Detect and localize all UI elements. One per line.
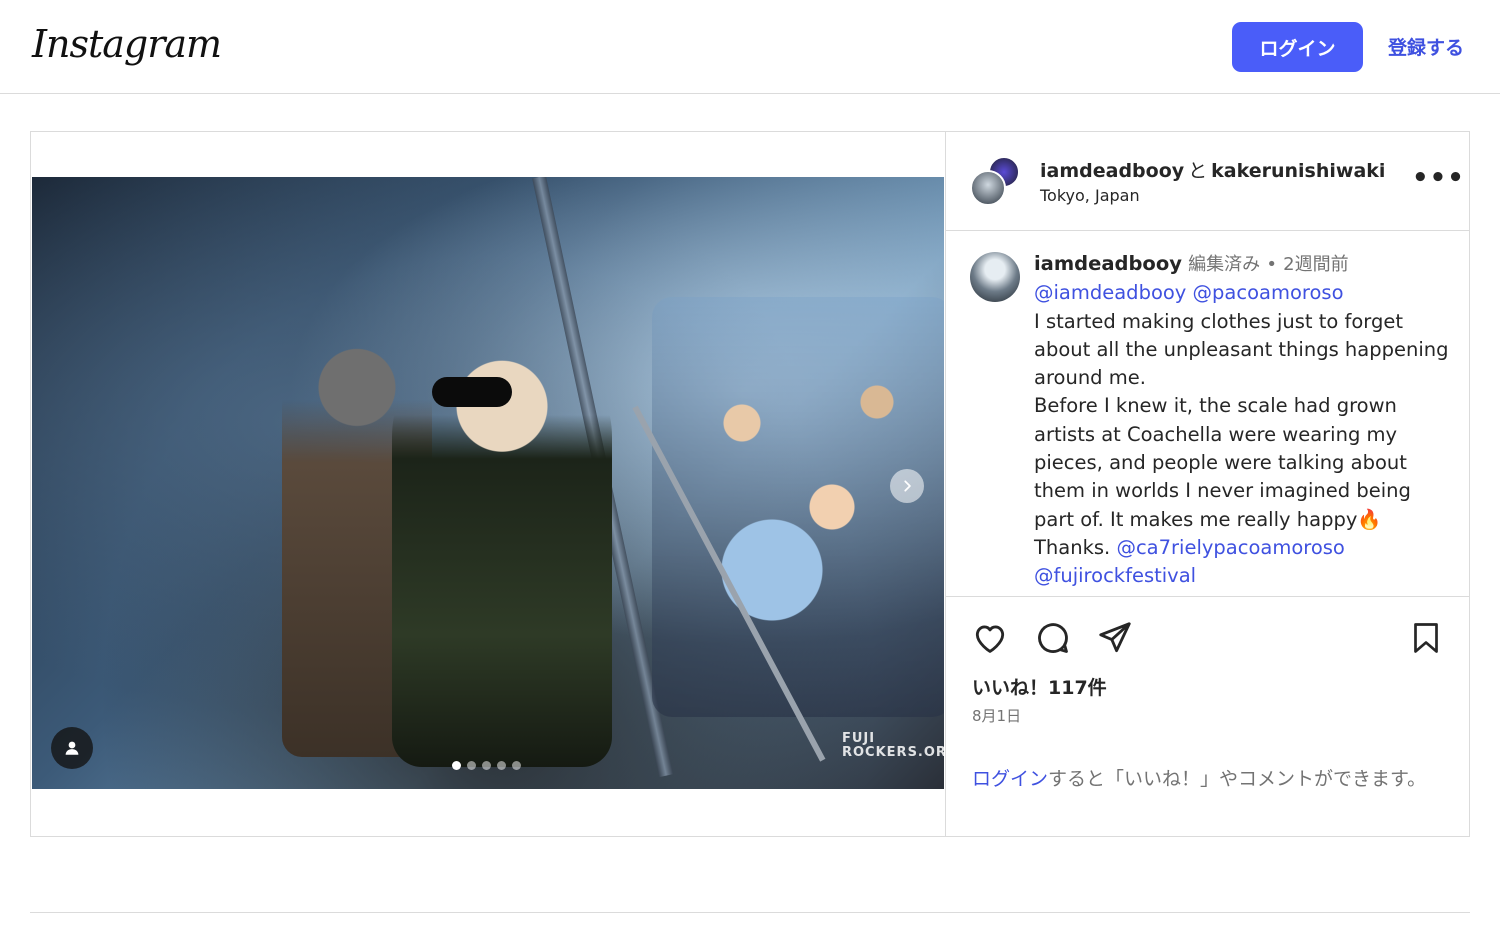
carousel-dot — [452, 761, 461, 770]
caption-thanks: Thanks. @ca7rielypacoamoroso — [1034, 534, 1454, 562]
post-photo[interactable]: FUJI ROCKERS.ORG — [32, 177, 944, 789]
caption-mentions: @iamdeadbooy @pacoamoroso — [1034, 279, 1454, 307]
post-media: FUJI ROCKERS.ORG — [31, 132, 945, 836]
bookmark-icon[interactable] — [1408, 619, 1444, 661]
mention-link[interactable]: @iamdeadbooy — [1034, 281, 1186, 304]
caption-username[interactable]: iamdeadbooy — [1034, 252, 1182, 275]
comment-icon[interactable] — [1034, 619, 1072, 661]
carousel-dot — [497, 761, 506, 770]
collaborator-username[interactable]: kakerunishiwaki — [1211, 160, 1385, 182]
mention-link[interactable]: @ca7rielypacoamoroso — [1116, 536, 1344, 559]
instagram-logo[interactable]: Instagram — [32, 22, 222, 66]
caption-more-mentions: @fujirockfestival — [1034, 562, 1454, 590]
login-prompt-text: すると「いいね！」やコメントができます。 — [1048, 768, 1427, 790]
caption: iamdeadbooy 編集済み • 2週間前 @iamdeadbooy @pa… — [1034, 250, 1454, 591]
send-icon[interactable] — [1096, 619, 1134, 661]
carousel-dot — [467, 761, 476, 770]
carousel-dots — [452, 761, 521, 770]
post-authors: iamdeadbooy と kakerunishiwaki — [1040, 156, 1385, 183]
edited-label: 編集済み — [1188, 254, 1261, 275]
caption-meta-line: iamdeadbooy 編集済み • 2週間前 — [1034, 250, 1454, 279]
carousel-dot — [482, 761, 491, 770]
sunglasses — [432, 377, 512, 407]
login-prompt-link[interactable]: ログイン — [972, 768, 1048, 790]
login-button[interactable]: ログイン — [1232, 22, 1363, 72]
signup-link[interactable]: 登録する — [1388, 33, 1464, 60]
carousel-dot — [512, 761, 521, 770]
caption-time[interactable]: 2週間前 — [1283, 254, 1348, 275]
caption-area: iamdeadbooy 編集済み • 2週間前 @iamdeadbooy @pa… — [946, 232, 1470, 596]
crowd — [652, 297, 944, 717]
post-card: FUJI ROCKERS.ORG iamdeadbooyとka — [30, 131, 1470, 837]
caption-text: I started making clothes just to forget … — [1034, 309, 1449, 531]
divider — [30, 912, 1470, 913]
mention-link[interactable]: @fujirockfestival — [1034, 564, 1196, 587]
post-actions: いいね！117件 8月1日 ログインすると「いいね！」やコメントができます。 — [946, 596, 1470, 836]
post-sidebar: iamdeadbooy と kakerunishiwaki Tokyo, Japan… — [945, 132, 1470, 836]
avatar[interactable] — [970, 170, 1006, 206]
author-username[interactable]: iamdeadbooy — [1040, 160, 1184, 182]
user-tag-icon[interactable] — [51, 727, 93, 769]
more-horizontal-icon[interactable]: ••• — [1412, 165, 1465, 191]
post-header: iamdeadbooy と kakerunishiwaki Tokyo, Japan… — [946, 132, 1470, 231]
thanks-label: Thanks. — [1034, 535, 1117, 559]
chevron-right-icon[interactable] — [890, 469, 924, 503]
heart-icon[interactable] — [971, 619, 1009, 661]
photo-watermark: FUJI ROCKERS.ORG — [842, 731, 944, 760]
login-prompt: ログインすると「いいね！」やコメントができます。 — [972, 765, 1442, 793]
author-conjunction: と — [1188, 160, 1208, 182]
post-location[interactable]: Tokyo, Japan — [1040, 186, 1140, 205]
mention-link[interactable]: @pacoamoroso — [1193, 281, 1344, 304]
post-date[interactable]: 8月1日 — [972, 705, 1021, 726]
top-bar: Instagram ログイン 登録する — [0, 0, 1500, 94]
meta-separator: • — [1266, 254, 1277, 275]
like-count[interactable]: いいね！117件 — [972, 673, 1107, 700]
avatar[interactable] — [970, 252, 1020, 302]
collab-avatars[interactable] — [970, 156, 1022, 208]
